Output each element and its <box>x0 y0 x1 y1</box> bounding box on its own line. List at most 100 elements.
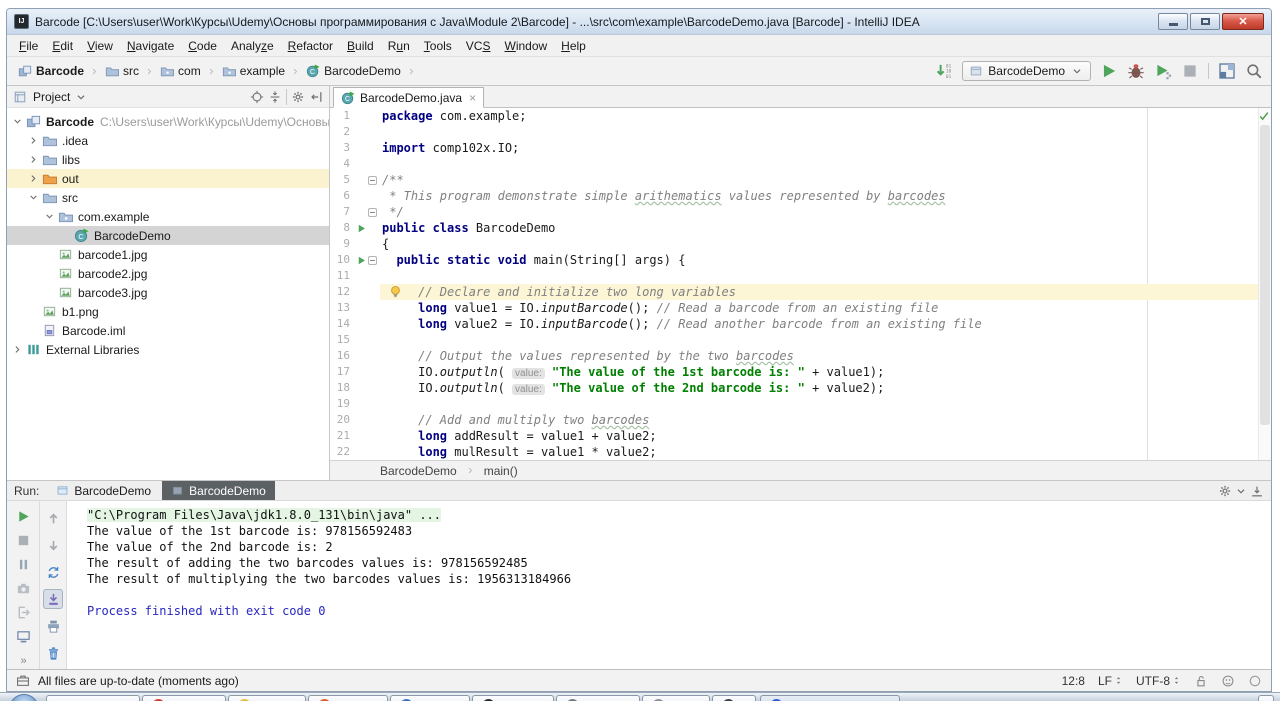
taskbar-button[interactable] <box>390 695 470 701</box>
project-refresh-icon[interactable]: 011001 <box>935 62 953 80</box>
run-console[interactable]: "C:\Program Files\Java\jdk1.8.0_131\bin\… <box>67 501 1271 669</box>
code-line-9[interactable]: 9{ <box>330 236 1271 252</box>
tool-windows-icon[interactable] <box>1218 62 1236 80</box>
maximize-button[interactable] <box>1190 13 1220 30</box>
breadcrumb-example[interactable]: example <box>219 63 288 79</box>
editor-breadcrumb-item[interactable]: BarcodeDemo <box>380 464 457 478</box>
restore-layout-button[interactable] <box>43 562 63 582</box>
code-line-21[interactable]: 21 long addResult = value1 + value2; <box>330 428 1271 444</box>
highlighting-level-icon[interactable] <box>1221 674 1235 688</box>
fold-marker-icon[interactable] <box>367 175 378 186</box>
code-line-20[interactable]: 20 // Add and multiply two barcodes <box>330 412 1271 428</box>
code-line-8[interactable]: 8public class BarcodeDemo <box>330 220 1271 236</box>
rerun-button[interactable] <box>13 508 33 525</box>
notifications-icon[interactable] <box>1248 674 1262 688</box>
menu-analyze[interactable]: Analyze <box>224 36 281 56</box>
tree-chevron-icon[interactable] <box>27 153 40 166</box>
taskbar-button[interactable] <box>142 695 226 701</box>
taskbar-button[interactable] <box>712 695 756 701</box>
thread-dump-button[interactable] <box>13 580 33 597</box>
menu-build[interactable]: Build <box>340 36 381 56</box>
caret-position[interactable]: 12:8 <box>1062 674 1085 688</box>
code-line-1[interactable]: 1package com.example; <box>330 108 1271 124</box>
clear-console-button[interactable] <box>43 643 63 663</box>
taskbar-button[interactable] <box>642 695 710 701</box>
close-button[interactable]: ✕ <box>1222 13 1264 30</box>
tree-item-barcode[interactable]: BarcodeC:\Users\user\Work\Курсы\Udemy\Ос… <box>7 112 329 131</box>
down-stack-trace-button[interactable] <box>43 535 63 555</box>
tree-item-src[interactable]: src <box>7 188 329 207</box>
menu-window[interactable]: Window <box>497 36 554 56</box>
stop-button[interactable] <box>1181 62 1199 80</box>
intention-bulb-icon[interactable] <box>388 284 403 299</box>
scrollbar-thumb[interactable] <box>1260 125 1270 425</box>
taskbar-button[interactable] <box>46 695 140 701</box>
taskbar-button[interactable] <box>1258 695 1274 701</box>
code-line-18[interactable]: 18 IO.outputln( value: "The value of the… <box>330 380 1271 396</box>
menu-tools[interactable]: Tools <box>417 36 459 56</box>
inspections-ok-icon[interactable] <box>1258 110 1270 122</box>
code-line-3[interactable]: 3import comp102x.IO; <box>330 140 1271 156</box>
exit-button[interactable] <box>13 604 33 621</box>
taskbar-button-intellij[interactable] <box>760 695 900 701</box>
code-line-4[interactable]: 4 <box>330 156 1271 172</box>
print-button[interactable] <box>43 616 63 636</box>
code-line-6[interactable]: 6 * This program demonstrate simple arit… <box>330 188 1271 204</box>
run-tab-barcodedemo-0[interactable]: BarcodeDemo <box>47 481 160 500</box>
taskbar-button[interactable] <box>556 695 640 701</box>
run-with-coverage-button[interactable] <box>1154 62 1172 80</box>
breadcrumb-barcode[interactable]: Barcode <box>15 63 87 79</box>
taskbar-button[interactable] <box>472 695 554 701</box>
title-bar[interactable]: IJ Barcode [C:\Users\user\Work\Курсы\Ude… <box>7 9 1271 35</box>
file-encoding-selector[interactable]: UTF-8 <box>1136 674 1181 688</box>
menu-navigate[interactable]: Navigate <box>120 36 181 56</box>
code-line-19[interactable]: 19 <box>330 396 1271 412</box>
tree-item-com-example[interactable]: com.example <box>7 207 329 226</box>
debug-button[interactable] <box>1127 62 1145 80</box>
tree-chevron-icon[interactable] <box>43 210 56 223</box>
minimize-button[interactable] <box>1158 13 1188 30</box>
editor-scrollbar[interactable] <box>1258 108 1271 460</box>
hide-run-panel-icon[interactable] <box>1250 484 1264 498</box>
tree-chevron-icon[interactable] <box>11 115 24 128</box>
editor-breadcrumb-item[interactable]: main() <box>484 464 518 478</box>
run-configuration-select[interactable]: BarcodeDemo <box>962 61 1091 81</box>
run-button[interactable] <box>1100 62 1118 80</box>
code-line-7[interactable]: 7 */ <box>330 204 1271 220</box>
tree-item--idea[interactable]: .idea <box>7 131 329 150</box>
gear-icon[interactable] <box>291 90 305 104</box>
scroll-to-end-button[interactable] <box>43 589 63 609</box>
code-line-10[interactable]: 10 public static void main(String[] args… <box>330 252 1271 268</box>
tree-item-barcode1-jpg[interactable]: barcode1.jpg <box>7 245 329 264</box>
tree-item-barcode2-jpg[interactable]: barcode2.jpg <box>7 264 329 283</box>
more-actions-button[interactable]: » <box>13 652 33 669</box>
code-line-16[interactable]: 16 // Output the values represented by t… <box>330 348 1271 364</box>
code-editor[interactable]: 1package com.example;23import comp102x.I… <box>330 108 1271 460</box>
windows-taskbar[interactable] <box>0 692 1280 701</box>
start-button[interactable] <box>9 694 39 701</box>
tree-chevron-icon[interactable] <box>11 343 24 356</box>
code-line-17[interactable]: 17 IO.outputln( value: "The value of the… <box>330 364 1271 380</box>
code-line-5[interactable]: 5/** <box>330 172 1271 188</box>
code-line-12[interactable]: 12 // Declare and initialize two long va… <box>330 284 1271 300</box>
taskbar-button[interactable] <box>228 695 306 701</box>
code-line-22[interactable]: 22 long mulResult = value1 * value2; <box>330 444 1271 460</box>
menu-view[interactable]: View <box>80 36 120 56</box>
pause-output-button[interactable] <box>13 556 33 573</box>
menu-code[interactable]: Code <box>181 36 224 56</box>
menu-edit[interactable]: Edit <box>45 36 80 56</box>
up-stack-trace-button[interactable] <box>43 508 63 528</box>
tree-item-barcode3-jpg[interactable]: barcode3.jpg <box>7 283 329 302</box>
menu-help[interactable]: Help <box>554 36 593 56</box>
run-settings-gear-icon[interactable] <box>1218 484 1232 498</box>
breadcrumb-com[interactable]: com <box>157 63 204 79</box>
tree-item-b1-png[interactable]: b1.png <box>7 302 329 321</box>
code-line-11[interactable]: 11 <box>330 268 1271 284</box>
breadcrumb-src[interactable]: src <box>102 63 142 79</box>
select-opened-file-icon[interactable] <box>250 90 264 104</box>
toolwindow-toggle-icon[interactable] <box>16 674 30 688</box>
project-view-chevron-icon[interactable] <box>74 90 88 104</box>
run-line-icon[interactable] <box>356 255 367 266</box>
fold-marker-icon[interactable] <box>367 255 378 266</box>
tab-barcodedemo-java[interactable]: C BarcodeDemo.java × <box>333 87 484 108</box>
